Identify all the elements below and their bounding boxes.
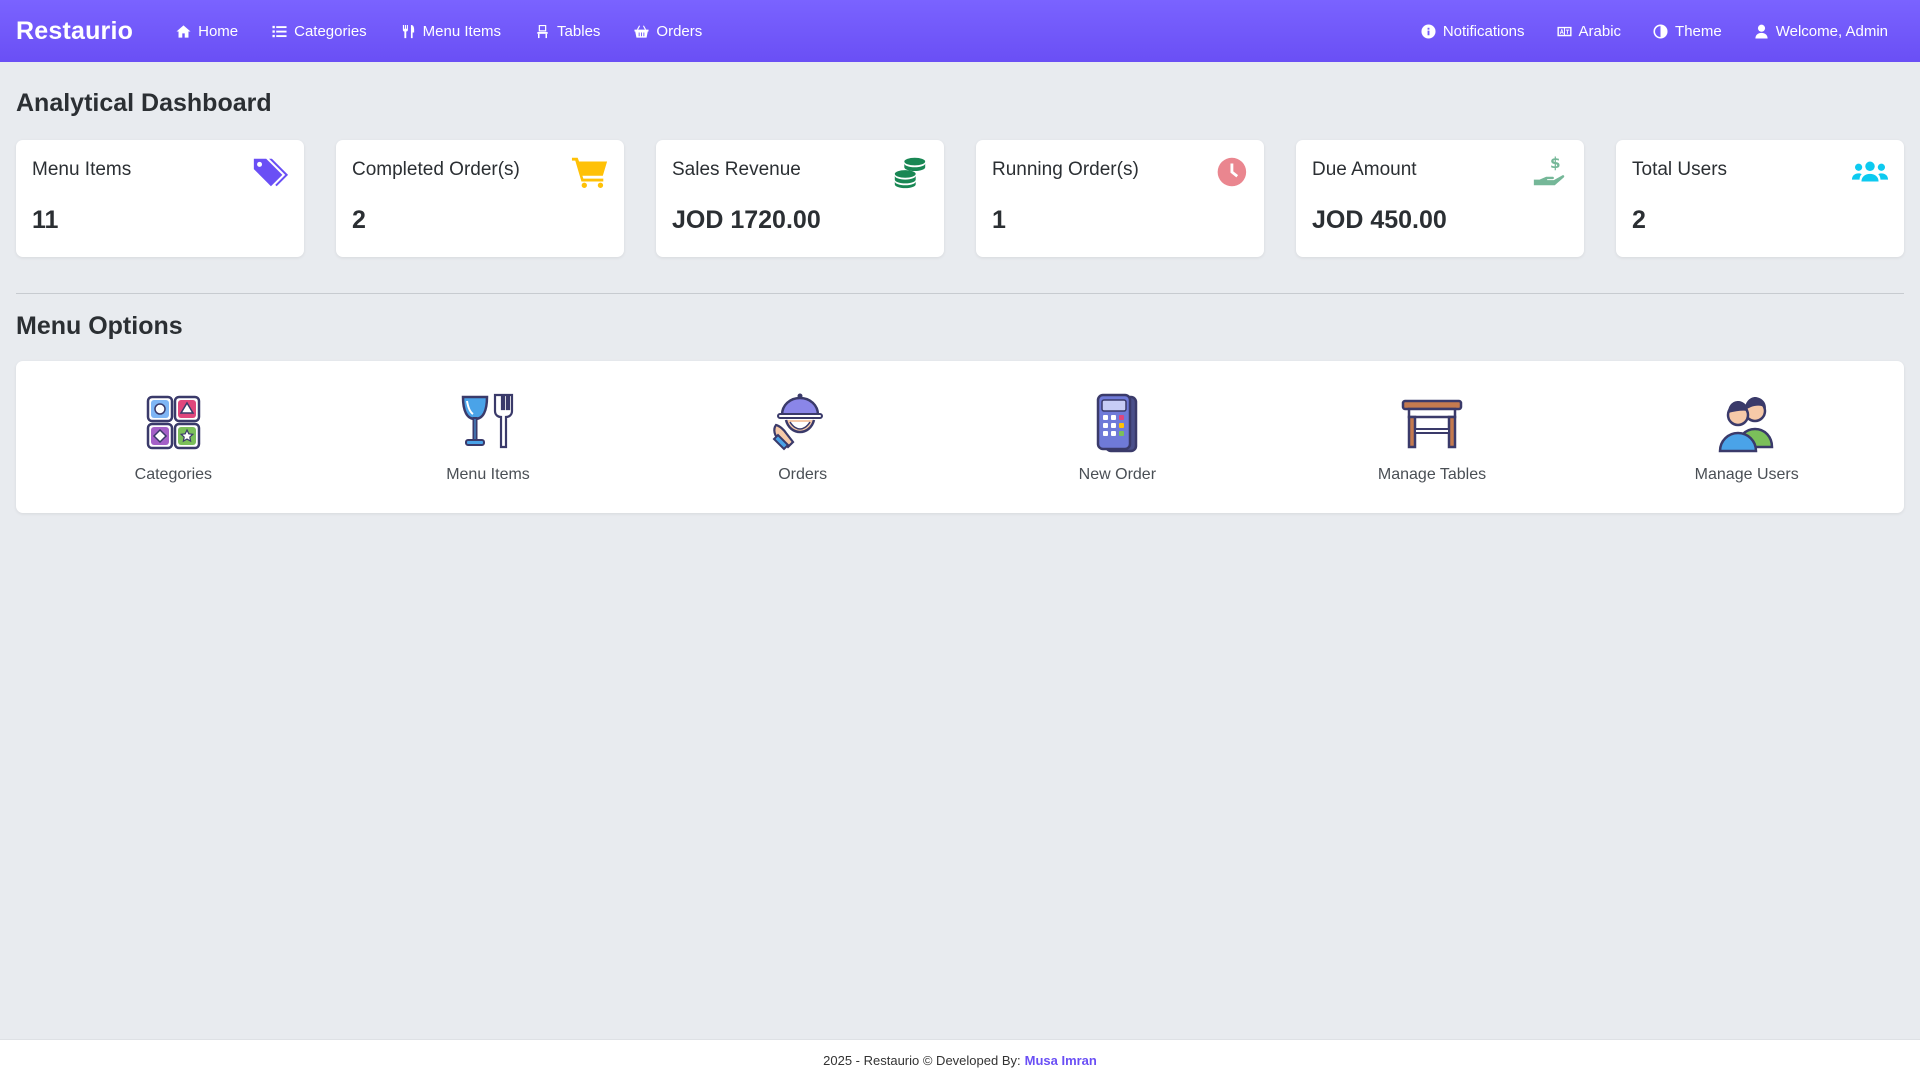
- coins-icon: [891, 154, 929, 190]
- nav-tables[interactable]: Tables: [518, 0, 617, 62]
- nav-menu-items-label: Menu Items: [422, 22, 502, 40]
- list-icon: [272, 25, 287, 37]
- stat-label: Sales Revenue: [672, 159, 801, 180]
- footer: 2025 - Restaurio © Developed By: Musa Im…: [0, 1039, 1920, 1080]
- hand-dollar-icon: $: [1531, 154, 1569, 190]
- option-categories[interactable]: Categories: [16, 361, 331, 513]
- nav-tables-label: Tables: [557, 22, 601, 40]
- stats-row: Menu Items 11 Completed Order(s) 2 Sales…: [16, 140, 1904, 257]
- section-divider: [16, 293, 1904, 294]
- stat-label: Due Amount: [1312, 159, 1417, 180]
- page-title: Analytical Dashboard: [16, 89, 272, 117]
- option-label: New Order: [1078, 466, 1157, 483]
- stat-card-due-amount[interactable]: Due Amount JOD 450.00 $: [1296, 140, 1584, 257]
- stat-value: 2: [352, 206, 366, 234]
- nav-orders-label: Orders: [656, 22, 703, 40]
- half-circle-icon: [1653, 23, 1668, 39]
- option-orders[interactable]: Orders: [645, 361, 960, 513]
- two-users-icon: [1714, 391, 1780, 457]
- stat-label: Completed Order(s): [352, 159, 520, 180]
- top-navbar: Restaurio Home Categories Menu Items Tab…: [0, 0, 1920, 62]
- users-icon: [1851, 154, 1889, 190]
- nav-notifications[interactable]: Notifications: [1405, 0, 1541, 62]
- stat-value: JOD 450.00: [1312, 206, 1447, 234]
- glass-fork-icon: [455, 391, 521, 457]
- stat-label: Menu Items: [32, 159, 132, 180]
- option-label: Manage Tables: [1377, 466, 1487, 483]
- nav-theme-label: Theme: [1675, 22, 1722, 40]
- nav-language[interactable]: Arabic: [1541, 0, 1638, 62]
- stat-value: 2: [1632, 206, 1646, 234]
- footer-text: 2025 - Restaurio © Developed By:: [823, 1052, 1021, 1068]
- stat-card-completed-orders[interactable]: Completed Order(s) 2: [336, 140, 624, 257]
- nav-user-label: Welcome, Admin: [1775, 22, 1888, 40]
- nav-home[interactable]: Home: [159, 0, 255, 62]
- home-icon: [176, 24, 191, 38]
- chair-icon: [537, 24, 548, 38]
- stat-card-sales-revenue[interactable]: Sales Revenue JOD 1720.00: [656, 140, 944, 257]
- nav-orders[interactable]: Orders: [617, 0, 719, 62]
- menu-options-title: Menu Options: [16, 312, 183, 340]
- brand-logo[interactable]: Restaurio: [16, 17, 133, 46]
- nav-menu-items[interactable]: Menu Items: [384, 0, 518, 62]
- menu-options-card: Categories Menu Items Orders New Order M…: [16, 361, 1904, 513]
- nav-language-label: Arabic: [1578, 22, 1622, 40]
- user-icon: [1755, 24, 1768, 39]
- main-content: Analytical Dashboard Menu Items 11 Compl…: [0, 86, 1920, 513]
- stat-label: Running Order(s): [992, 159, 1139, 180]
- nav-categories[interactable]: Categories: [255, 0, 384, 62]
- info-circle-icon: [1421, 23, 1436, 39]
- nav-categories-label: Categories: [294, 22, 367, 40]
- option-manage-tables[interactable]: Manage Tables: [1275, 361, 1590, 513]
- stat-value: 11: [32, 206, 59, 234]
- option-label: Manage Users: [1694, 466, 1799, 483]
- stat-value: JOD 1720.00: [672, 206, 821, 234]
- stat-card-running-orders[interactable]: Running Order(s) 1: [976, 140, 1264, 257]
- stat-card-menu-items[interactable]: Menu Items 11: [16, 140, 304, 257]
- nav-notifications-label: Notifications: [1442, 22, 1525, 40]
- stat-label: Total Users: [1632, 159, 1728, 180]
- option-manage-users[interactable]: Manage Users: [1589, 361, 1904, 513]
- option-menu-items[interactable]: Menu Items: [331, 361, 646, 513]
- categories-grid-icon: [140, 391, 206, 457]
- cart-icon: [571, 154, 609, 190]
- nav-home-label: Home: [198, 22, 239, 40]
- option-label: Categories: [134, 466, 213, 483]
- nav-theme[interactable]: Theme: [1637, 0, 1738, 62]
- waiter-cloche-icon: [770, 391, 836, 457]
- stat-card-total-users[interactable]: Total Users 2: [1616, 140, 1904, 257]
- pos-terminal-icon: [1084, 391, 1150, 457]
- stat-value: 1: [992, 206, 1006, 234]
- nav-right: Notifications Arabic Theme Welcome, Admi…: [1405, 0, 1904, 62]
- developer-link[interactable]: Musa Imran: [1025, 1053, 1097, 1068]
- option-label: Orders: [778, 466, 828, 483]
- utensils-icon: [402, 24, 414, 38]
- svg-text:$: $: [1550, 154, 1561, 172]
- basket-icon: [634, 24, 649, 38]
- table-icon: [1399, 391, 1465, 457]
- nav-user-menu[interactable]: Welcome, Admin: [1738, 0, 1904, 62]
- nav-left: Home Categories Menu Items Tables Orders: [159, 0, 719, 62]
- language-icon: [1556, 26, 1572, 36]
- option-new-order[interactable]: New Order: [960, 361, 1275, 513]
- tags-icon: [251, 154, 289, 190]
- clock-icon: [1211, 154, 1249, 190]
- option-label: Menu Items: [446, 466, 530, 483]
